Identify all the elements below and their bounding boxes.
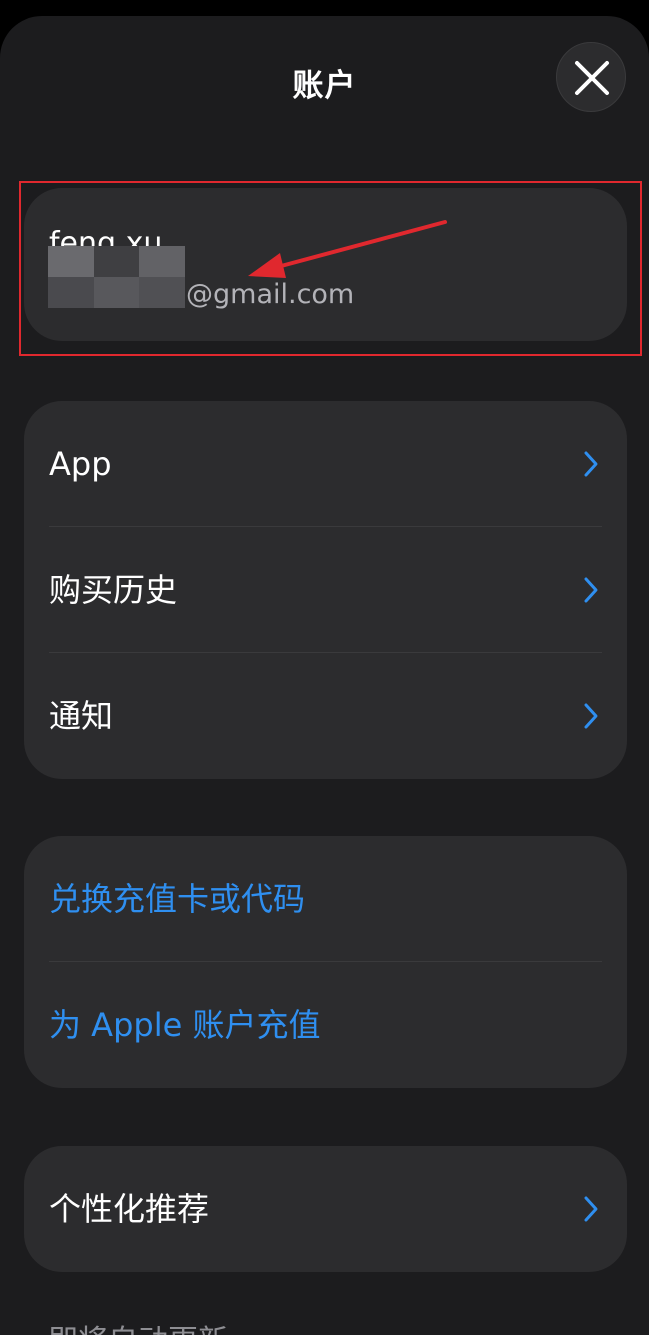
chevron-right-icon <box>584 451 598 477</box>
row-personalized-recommendations[interactable]: 个性化推荐 <box>24 1146 627 1272</box>
add-funds-link[interactable]: 为 Apple 账户充值 <box>49 962 320 1088</box>
chevron-right-icon <box>584 577 598 603</box>
main-settings-group: App 购买历史 通知 <box>24 401 627 779</box>
chevron-right-icon <box>584 1196 598 1222</box>
row-app[interactable]: App <box>24 401 627 527</box>
account-sheet: 账户 feng xu @gmail.com App 购买历史 通知 兑换充值卡或… <box>0 16 649 1335</box>
red-arrow-icon <box>248 220 447 278</box>
row-purchase-history[interactable]: 购买历史 <box>24 527 627 653</box>
redeem-gift-card-link[interactable]: 兑换充值卡或代码 <box>49 836 305 962</box>
funds-group: 兑换充值卡或代码 为 Apple 账户充值 <box>24 836 627 1088</box>
personalization-group: 个性化推荐 <box>24 1146 627 1272</box>
row-app-label: App <box>49 445 112 483</box>
auto-update-section-header: 即将自动更新 <box>48 1316 228 1335</box>
row-redeem-gift-card[interactable]: 兑换充值卡或代码 <box>24 836 627 962</box>
row-personalized-recommendations-label: 个性化推荐 <box>49 1190 210 1228</box>
row-purchase-history-label: 购买历史 <box>49 571 178 609</box>
row-notifications-label: 通知 <box>49 697 114 735</box>
chevron-right-icon <box>584 703 598 729</box>
row-notifications[interactable]: 通知 <box>24 653 627 779</box>
row-add-funds[interactable]: 为 Apple 账户充值 <box>24 962 627 1088</box>
